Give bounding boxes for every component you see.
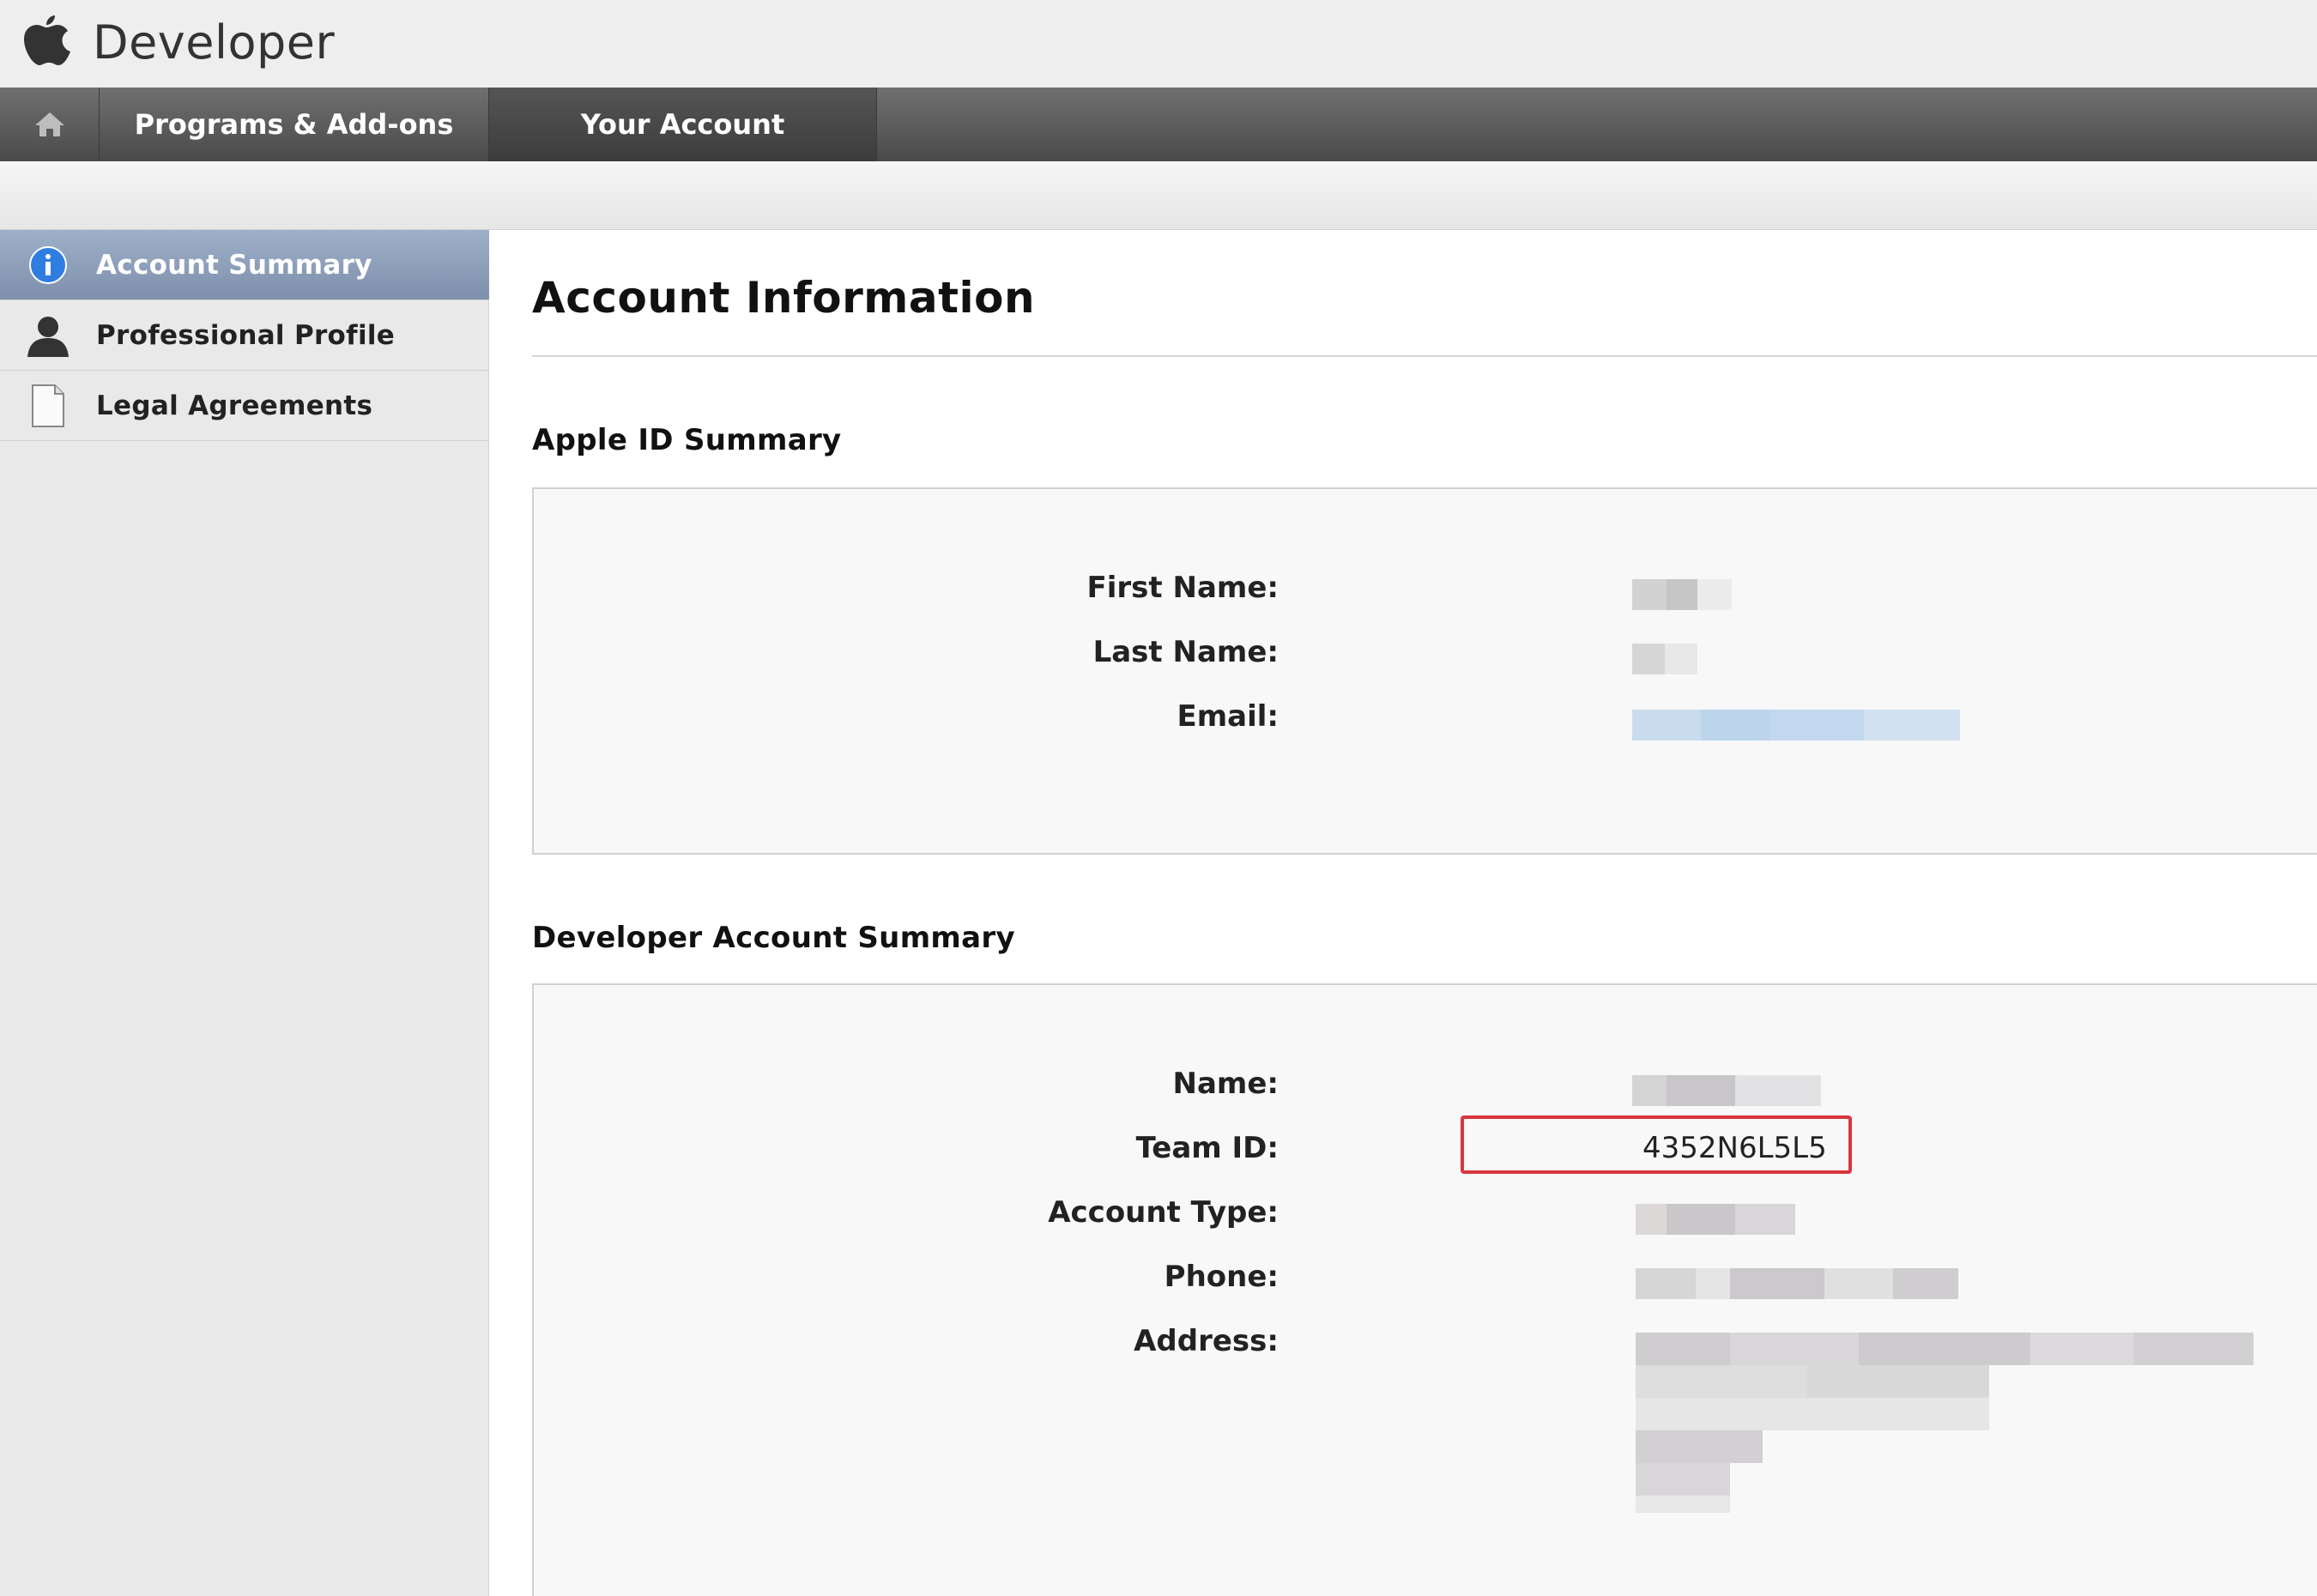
field-label: Last Name: — [1092, 635, 1279, 669]
sidebar-item-label: Legal Agreements — [96, 390, 373, 421]
sidebar-item-professional-profile[interactable]: Professional Profile — [0, 300, 489, 371]
field-label: Name: — [1172, 1067, 1279, 1101]
main-content: Account Information Apple ID Summary Fir… — [532, 230, 2317, 1596]
home-icon — [34, 112, 64, 136]
info-icon — [29, 245, 67, 284]
developer-account-summary-title: Developer Account Summary — [532, 921, 1015, 955]
address-row: Address: — [534, 1315, 2317, 1521]
team-id-highlight — [1461, 1115, 1852, 1174]
brand-name[interactable]: Developer — [93, 15, 335, 70]
field-label: Email: — [1177, 699, 1279, 734]
field-label: Team ID: — [1135, 1131, 1279, 1165]
dev-name-row: Name: — [534, 1058, 2317, 1109]
top-nav: Programs & Add-ons Your Account — [0, 88, 2317, 161]
tab-your-account[interactable]: Your Account — [489, 88, 877, 161]
nav-home[interactable] — [0, 88, 100, 161]
field-label: First Name: — [1086, 571, 1279, 605]
phone-row: Phone: — [534, 1251, 2317, 1303]
sub-bar — [0, 161, 2317, 230]
document-icon — [32, 384, 64, 427]
apple-id-summary-panel: First Name: Last Name: Email: — [532, 487, 2317, 855]
sidebar-item-account-summary[interactable]: Account Summary — [0, 230, 489, 300]
divider — [532, 355, 2317, 357]
last-name-row: Last Name: — [534, 626, 2317, 678]
sidebar-item-legal-agreements[interactable]: Legal Agreements — [0, 371, 489, 441]
sidebar: Account Summary Professional Profile Leg… — [0, 230, 489, 1596]
apple-logo-icon[interactable] — [22, 12, 70, 67]
sidebar-item-label: Account Summary — [96, 249, 372, 281]
field-label: Address: — [1134, 1324, 1279, 1358]
account-type-row: Account Type: — [534, 1187, 2317, 1238]
team-id-row: Team ID: 4352N6L5L5 — [534, 1122, 2317, 1174]
email-row: Email: — [534, 691, 2317, 742]
person-icon — [27, 316, 69, 357]
developer-account-summary-panel: Name: Team ID: 4352N6L5L5 Account Type: … — [532, 983, 2317, 1596]
field-label: Account Type: — [1048, 1195, 1279, 1230]
page-title: Account Information — [532, 273, 1036, 323]
first-name-row: First Name: — [534, 562, 2317, 614]
sidebar-item-label: Professional Profile — [96, 319, 396, 351]
field-label: Phone: — [1164, 1260, 1279, 1294]
brand-bar: Developer — [0, 0, 2317, 88]
apple-id-summary-title: Apple ID Summary — [532, 423, 842, 457]
tab-programs-addons[interactable]: Programs & Add-ons — [100, 88, 489, 161]
